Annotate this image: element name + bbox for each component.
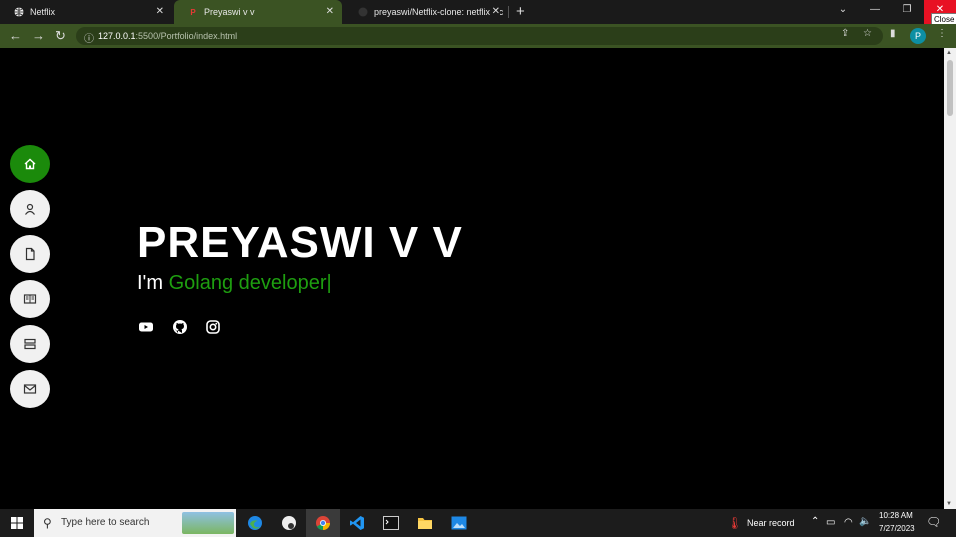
browser-tabstrip: Netflix ✕ P Preyaswi v v ✕ preyaswi/Netf… (0, 0, 956, 24)
new-tab-button[interactable]: + (516, 3, 525, 20)
url-host: 127.0.0.1 (98, 31, 136, 41)
thermometer-icon: 🌡 (727, 516, 743, 530)
hero-subtitle: I'm Golang developer| (137, 272, 332, 295)
page-scrollbar[interactable]: ▲ ▼ (944, 48, 956, 509)
github-favicon-icon (358, 7, 368, 17)
tab-netflix[interactable]: Netflix ✕ (0, 0, 172, 24)
volume-icon[interactable]: 🔈 (859, 516, 871, 527)
search-highlight-image (182, 512, 234, 534)
browser-toolbar: ← → ↻ ⓘ 127.0.0.1:5500/Portfolio/index.h… (0, 24, 956, 48)
file-explorer-icon[interactable] (408, 509, 442, 537)
instagram-icon[interactable] (205, 319, 221, 335)
envelope-icon (23, 384, 37, 394)
restore-button[interactable]: ❐ (891, 0, 923, 24)
person-icon (25, 203, 35, 215)
clock-date[interactable]: 7/27/2023 (879, 524, 915, 533)
nav-home-button[interactable] (10, 145, 50, 183)
hero-prefix: I'm (137, 272, 169, 294)
globe-icon (14, 7, 24, 17)
youtube-icon[interactable] (138, 319, 154, 335)
home-icon (24, 158, 36, 170)
nav-contact-button[interactable] (10, 370, 50, 408)
windows-start-icon[interactable] (0, 509, 34, 537)
file-icon (25, 247, 35, 261)
nav-portfolio-button[interactable] (10, 280, 50, 318)
clock-time[interactable]: 10:28 AM (879, 511, 913, 520)
chrome-profile-icon[interactable] (272, 509, 306, 537)
tab-close-icon[interactable]: ✕ (489, 6, 500, 17)
scroll-down-arrow-icon[interactable]: ▼ (946, 501, 952, 507)
weather-text[interactable]: Near record (747, 518, 795, 528)
vscode-icon[interactable] (340, 509, 374, 537)
edge-icon[interactable] (238, 509, 272, 537)
page-favicon-icon: P (190, 7, 196, 17)
github-icon[interactable] (172, 319, 188, 335)
notification-icon[interactable]: 🗨 (926, 515, 941, 529)
menu-kebab-icon[interactable]: ⋮ (937, 28, 947, 39)
nav-resume-button[interactable] (10, 235, 50, 273)
terminal-icon[interactable] (374, 509, 408, 537)
share-icon[interactable]: ⇪ (841, 28, 849, 39)
tab-separator (508, 6, 509, 18)
profile-avatar[interactable]: P (910, 28, 926, 44)
hero-name: PREYASWI V V (137, 218, 463, 267)
minimize-button[interactable]: — (859, 0, 891, 24)
tab-preyaswi[interactable]: P Preyaswi v v ✕ (174, 0, 342, 24)
book-icon (23, 294, 37, 304)
taskbar-search-box[interactable]: ⚲ Type here to search (34, 509, 236, 537)
scroll-up-arrow-icon[interactable]: ▲ (946, 50, 952, 56)
nav-services-button[interactable] (10, 325, 50, 363)
back-arrow-icon[interactable]: ← (9, 28, 22, 43)
server-icon (24, 338, 36, 350)
address-bar[interactable]: ⓘ 127.0.0.1:5500/Portfolio/index.html (76, 27, 883, 45)
reload-icon[interactable]: ↻ (55, 28, 66, 44)
search-icon: ⚲ (43, 516, 52, 530)
side-panel-icon[interactable]: ▮ (890, 28, 896, 39)
tab-title: Netflix (30, 7, 56, 17)
battery-icon[interactable]: ▭ (826, 517, 835, 528)
windows-taskbar: ⚲ Type here to search 🌡 Near record ⌃ ▭ … (0, 509, 956, 537)
nav-about-button[interactable] (10, 190, 50, 228)
tab-close-icon[interactable]: ✕ (326, 6, 334, 17)
tab-close-icon[interactable]: ✕ (156, 6, 164, 17)
scroll-thumb[interactable] (947, 60, 953, 116)
photos-icon[interactable] (442, 509, 476, 537)
tab-search-chevron-icon[interactable]: ⌄ (827, 0, 859, 24)
tab-title: Preyaswi v v (204, 7, 255, 17)
tab-github-repo[interactable]: preyaswi/Netflix-clone: netflix's c ✕ (344, 0, 508, 24)
forward-arrow-icon[interactable]: → (32, 28, 45, 43)
chevron-up-icon[interactable]: ⌃ (811, 516, 819, 527)
typing-cursor: | (326, 272, 332, 294)
info-icon[interactable]: ⓘ (84, 31, 94, 49)
page-viewport: PREYASWI V V I'm Golang developer| (0, 48, 944, 509)
typed-role: Golang developer (168, 272, 327, 294)
wifi-icon[interactable]: ◠ (844, 517, 853, 528)
chrome-icon[interactable] (306, 509, 340, 537)
bookmark-star-icon[interactable]: ☆ (863, 28, 872, 39)
tab-title: preyaswi/Netflix-clone: netflix's c (374, 7, 504, 17)
search-placeholder: Type here to search (61, 517, 150, 528)
url-path: :5500/Portfolio/index.html (135, 31, 238, 41)
